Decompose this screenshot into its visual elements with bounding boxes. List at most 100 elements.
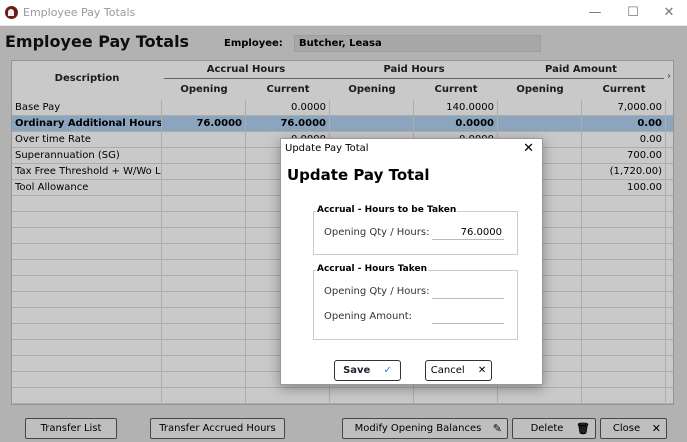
- transfer-accrued-label: Transfer Accrued Hours: [159, 423, 276, 434]
- update-pay-total-dialog: Update Pay Total ✕ Update Pay Total Accr…: [280, 138, 543, 385]
- group-paid-hours-header: Paid Hours: [383, 64, 445, 75]
- table-cell-desc: Tax Free Threshold + W/Wo Le: [12, 164, 162, 180]
- transfer-accrued-hours-button[interactable]: Transfer Accrued Hours: [150, 418, 285, 439]
- table-cell-pa-open: [498, 116, 582, 132]
- close-button[interactable]: Close ✕: [600, 418, 667, 439]
- table-row[interactable]: [12, 388, 673, 404]
- table-cell-pa-cur: [582, 308, 666, 324]
- window-close-icon[interactable]: ✕: [654, 3, 684, 23]
- table-cell-desc: [12, 324, 162, 340]
- table-cell-desc: Over time Rate: [12, 132, 162, 148]
- table-cell-acc-open: [162, 340, 246, 356]
- table-cell-desc: Tool Allowance: [12, 180, 162, 196]
- taken-opening-qty-input[interactable]: [432, 285, 504, 299]
- sub-paid-hours-current: Current: [434, 84, 478, 95]
- col-description-header: Description: [54, 73, 120, 84]
- table-cell-pa-cur: 7,000.00: [582, 100, 666, 116]
- save-label: Save: [343, 365, 371, 376]
- table-row[interactable]: Ordinary Additional Hours 76.0000 76.0000 0…: [12, 116, 673, 132]
- table-cell-pa-cur: [582, 388, 666, 404]
- table-cell-ph-open: [330, 116, 414, 132]
- table-cell-desc: [12, 340, 162, 356]
- dialog-title: Update Pay Total: [285, 143, 369, 154]
- table-cell-acc-open: [162, 324, 246, 340]
- table-cell-acc-open: [162, 100, 246, 116]
- table-cell-ph-open: [330, 100, 414, 116]
- table-cell-pa-cur: [582, 244, 666, 260]
- table-cell-acc-open: [162, 276, 246, 292]
- table-cell-acc-open: [162, 228, 246, 244]
- table-cell-acc-open: [162, 372, 246, 388]
- window-titlebar: Employee Pay Totals — ☐ ✕: [0, 0, 687, 26]
- table-cell-ph-cur: [414, 388, 498, 404]
- table-cell-acc-open: [162, 388, 246, 404]
- sub-paid-amount-current: Current: [602, 84, 646, 95]
- table-cell-acc-open: [162, 196, 246, 212]
- table-row[interactable]: Base Pay 0.0000 140.0000 7,000.00: [12, 100, 673, 116]
- table-cell-desc: [12, 356, 162, 372]
- modify-opening-balances-button[interactable]: Modify Opening Balances ✎: [342, 418, 508, 439]
- sub-accrual-opening: Opening: [180, 84, 228, 95]
- table-cell-ph-open: [330, 388, 414, 404]
- dialog-close-icon[interactable]: ✕: [523, 141, 534, 156]
- table-cell-acc-open: [162, 356, 246, 372]
- table-cell-pa-cur: [582, 276, 666, 292]
- table-cell-desc: Base Pay: [12, 100, 162, 116]
- table-cell-pa-cur: [582, 340, 666, 356]
- table-cell-pa-cur: 100.00: [582, 180, 666, 196]
- table-cell-desc: [12, 372, 162, 388]
- table-cell-desc: [12, 244, 162, 260]
- opening-amount-label: Opening Amount:: [324, 311, 413, 322]
- taken-opening-qty-label: Opening Qty / Hours:: [324, 286, 430, 297]
- sub-paid-amount-opening: Opening: [516, 84, 564, 95]
- transfer-list-button[interactable]: Transfer List: [25, 418, 117, 439]
- minimize-icon[interactable]: —: [580, 3, 610, 23]
- table-cell-pa-cur: [582, 260, 666, 276]
- modify-opening-label: Modify Opening Balances: [354, 423, 482, 434]
- employee-name-field: Butcher, Leasa: [294, 35, 541, 52]
- table-cell-pa-cur: 0.00: [582, 116, 666, 132]
- opening-qty-label: Opening Qty / Hours:: [324, 227, 430, 238]
- save-button[interactable]: Save ✓: [334, 360, 401, 381]
- app-logo-icon: [5, 6, 18, 19]
- group-hours-taken-title: Accrual - Hours Taken: [316, 264, 428, 274]
- sub-accrual-current: Current: [266, 84, 310, 95]
- table-cell-acc-open: [162, 308, 246, 324]
- maximize-icon[interactable]: ☐: [618, 3, 648, 23]
- table-cell-pa-cur: [582, 292, 666, 308]
- cancel-label: Cancel: [430, 365, 465, 376]
- opening-amount-input[interactable]: [432, 310, 504, 324]
- table-cell-desc: [12, 308, 162, 324]
- trash-icon: 🗑: [576, 422, 590, 435]
- table-cell-acc-open: [162, 292, 246, 308]
- table-cell-pa-cur: (1,720.00): [582, 164, 666, 180]
- dialog-heading: Update Pay Total: [287, 166, 430, 184]
- table-cell-acc-cur: 76.0000: [246, 116, 330, 132]
- cancel-x-icon: ✕: [477, 365, 487, 376]
- table-cell-ph-cur: 0.0000: [414, 116, 498, 132]
- table-cell-acc-open: [162, 132, 246, 148]
- table-cell-desc: [12, 292, 162, 308]
- table-cell-ph-cur: 140.0000: [414, 100, 498, 116]
- cancel-button[interactable]: Cancel ✕: [425, 360, 492, 381]
- table-cell-acc-open: [162, 148, 246, 164]
- sub-paid-hours-opening: Opening: [348, 84, 396, 95]
- table-cell-pa-open: [498, 388, 582, 404]
- table-cell-pa-cur: [582, 372, 666, 388]
- table-cell-desc: [12, 228, 162, 244]
- group-hours-taken: Accrual - Hours Taken Opening Qty / Hour…: [313, 264, 518, 340]
- scroll-right-icon[interactable]: ›: [667, 71, 671, 82]
- table-cell-desc: Superannuation (SG): [12, 148, 162, 164]
- table-cell-desc: Ordinary Additional Hours: [12, 116, 162, 132]
- table-cell-acc-open: 76.0000: [162, 116, 246, 132]
- table-cell-desc: [12, 212, 162, 228]
- group-paid-amount-header: Paid Amount: [545, 64, 617, 75]
- table-cell-desc: [12, 276, 162, 292]
- table-cell-acc-cur: [246, 388, 330, 404]
- table-cell-pa-cur: 700.00: [582, 148, 666, 164]
- table-cell-acc-open: [162, 164, 246, 180]
- table-cell-pa-cur: [582, 228, 666, 244]
- employee-label: Employee:: [224, 38, 283, 49]
- delete-button[interactable]: Delete 🗑: [512, 418, 596, 439]
- opening-qty-input[interactable]: [432, 226, 504, 240]
